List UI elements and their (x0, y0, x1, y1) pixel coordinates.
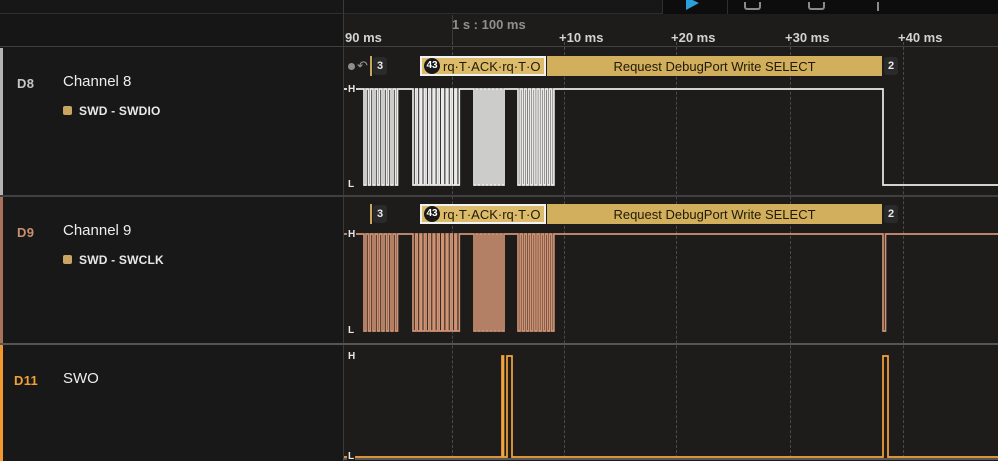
level-low-label: L (347, 325, 356, 336)
analyzer-color-swatch (63, 106, 72, 115)
toolbar-divider (727, 0, 728, 14)
play-icon[interactable] (686, 0, 699, 10)
logic-analyzer-window: 1 s : 100 ms 90 ms +10 ms +20 ms +30 ms +40 … (0, 0, 998, 461)
level-low-label: L (347, 451, 356, 461)
timeline-tick-label: +20 ms (671, 30, 716, 45)
toolbar (662, 0, 998, 14)
waveform-D9[interactable] (344, 197, 998, 343)
level-high-label: H (347, 84, 357, 95)
waveform-D8[interactable] (344, 48, 998, 195)
level-high-label: H (347, 229, 357, 240)
timeline-scale-label: 1 s : 100 ms (452, 17, 526, 32)
analyzer-label[interactable]: SWD - SWCLK (79, 253, 164, 267)
waveform-D11[interactable] (344, 345, 998, 461)
row-separator (0, 46, 998, 47)
level-low-label: L (347, 179, 356, 190)
channel-id-label: D11 (14, 373, 39, 388)
channel-row-D9[interactable] (0, 197, 343, 343)
channel-row-D11[interactable] (0, 345, 343, 461)
channel-name: Channel 8 (63, 73, 132, 90)
channel-id-label: D8 (17, 76, 35, 91)
timeline-tick-label: +10 ms (559, 30, 604, 45)
level-high-label: H (347, 351, 357, 362)
channel-id-label: D9 (17, 225, 35, 240)
capture-icon[interactable] (744, 2, 761, 10)
timeline-tick-label: 90 ms (345, 30, 382, 45)
analyzer-label[interactable]: SWD - SWDIO (79, 104, 161, 118)
channel-accent-D9 (0, 197, 3, 343)
gridline-major (452, 15, 453, 42)
timeline-tick-label: +30 ms (785, 30, 830, 45)
channel-name: Channel 9 (63, 222, 132, 239)
timeline-tick-label: +40 ms (898, 30, 943, 45)
channel-name: SWO (63, 370, 99, 387)
channel-accent-D8 (0, 48, 3, 195)
channel-accent-D11 (0, 345, 3, 461)
channel-row-D8[interactable] (0, 48, 343, 195)
flag-icon[interactable] (877, 2, 879, 11)
device-icon[interactable] (808, 2, 825, 10)
toolbar-divider (662, 0, 663, 14)
analyzer-color-swatch (63, 255, 72, 264)
